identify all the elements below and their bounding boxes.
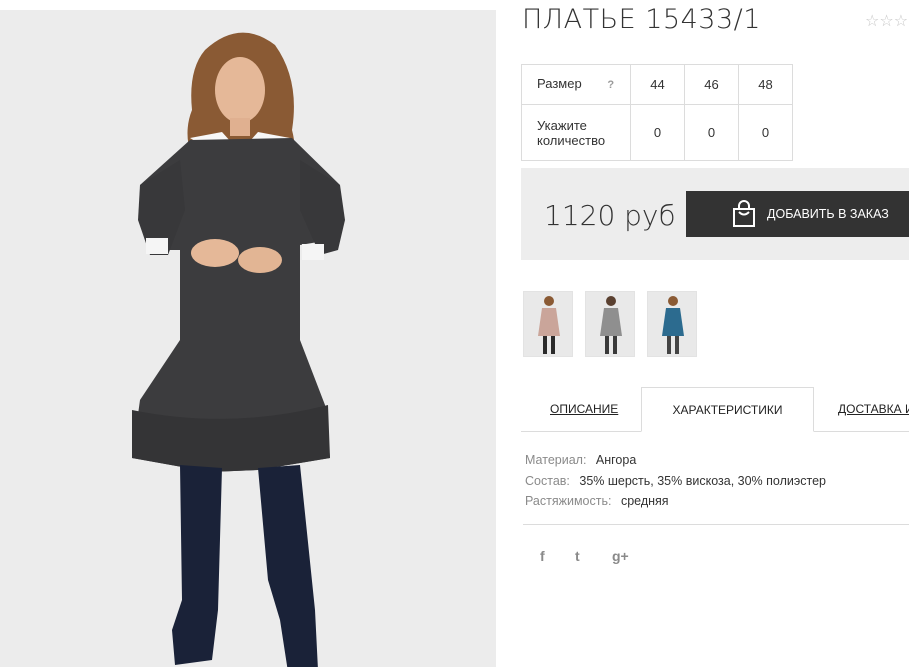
product-title: ПЛАТЬЕ 15433/1 xyxy=(522,4,761,35)
tab-description[interactable]: ОПИСАНИЕ xyxy=(550,387,618,432)
quantity-row: Укажите количество 0 0 0 xyxy=(521,104,793,161)
variant-thumb-beige[interactable] xyxy=(523,291,573,357)
rating-stars[interactable]: ☆☆☆ xyxy=(865,11,908,31)
quantity-label-line1: Укажите xyxy=(537,117,587,133)
spec-composition-value: 35% шерсть, 35% вискоза, 30% полиэстер xyxy=(579,473,826,488)
spec-material: Материал: Ангора xyxy=(525,450,826,471)
variant-thumb-blue[interactable] xyxy=(647,291,697,357)
quantity-label-cell: Укажите количество xyxy=(521,104,631,161)
quantity-label-line2: количество xyxy=(537,132,606,148)
spec-composition: Состав: 35% шерсть, 35% вискоза, 30% пол… xyxy=(525,471,826,492)
size-46: 46 xyxy=(684,64,739,105)
google-plus-icon[interactable]: g+ xyxy=(612,548,629,564)
variant-thumb-grey[interactable] xyxy=(585,291,635,357)
size-help-icon[interactable]: ? xyxy=(607,79,614,91)
add-to-order-button[interactable]: ДОБАВИТЬ В ЗАКАЗ xyxy=(686,191,909,237)
spec-material-key: Материал: xyxy=(525,453,587,467)
star-icon[interactable]: ☆☆☆ xyxy=(865,13,908,30)
price: 1120 руб xyxy=(544,199,676,232)
size-44: 44 xyxy=(630,64,685,105)
spec-stretch-value: средняя xyxy=(620,494,669,508)
spec-stretch-key: Растяжимость: xyxy=(525,494,612,508)
size-row: Размер ? 44 46 48 xyxy=(521,64,793,105)
shopping-bag-icon xyxy=(731,200,757,231)
tab-delivery[interactable]: ДОСТАВКА И xyxy=(838,387,909,432)
tab-characteristics[interactable]: ХАРАКТЕРИСТИКИ xyxy=(641,387,814,432)
model-illustration xyxy=(0,10,496,667)
quantity-input-44[interactable]: 0 xyxy=(630,104,685,161)
specs-list: Материал: Ангора Состав: 35% шерсть, 35%… xyxy=(525,450,826,512)
spec-composition-key: Состав: xyxy=(525,473,570,488)
spec-material-value: Ангора xyxy=(595,453,637,467)
buy-panel: 1120 руб ДОБАВИТЬ В ЗАКАЗ xyxy=(521,168,909,260)
product-photo[interactable] xyxy=(0,10,496,667)
size-48: 48 xyxy=(738,64,793,105)
size-label: Размер xyxy=(537,76,582,91)
quantity-input-46[interactable]: 0 xyxy=(684,104,739,161)
divider xyxy=(523,524,909,525)
spec-stretch: Растяжимость: средняя xyxy=(525,491,826,512)
size-table: Размер ? 44 46 48 Укажите количество 0 0… xyxy=(521,64,793,161)
twitter-icon[interactable]: t xyxy=(575,548,580,564)
add-to-order-label: ДОБАВИТЬ В ЗАКАЗ xyxy=(767,207,889,221)
facebook-icon[interactable]: f xyxy=(540,548,545,564)
info-tabs: ОПИСАНИЕ ХАРАКТЕРИСТИКИ ДОСТАВКА И xyxy=(521,387,909,432)
quantity-input-48[interactable]: 0 xyxy=(738,104,793,161)
size-label-cell: Размер ? xyxy=(521,64,631,105)
